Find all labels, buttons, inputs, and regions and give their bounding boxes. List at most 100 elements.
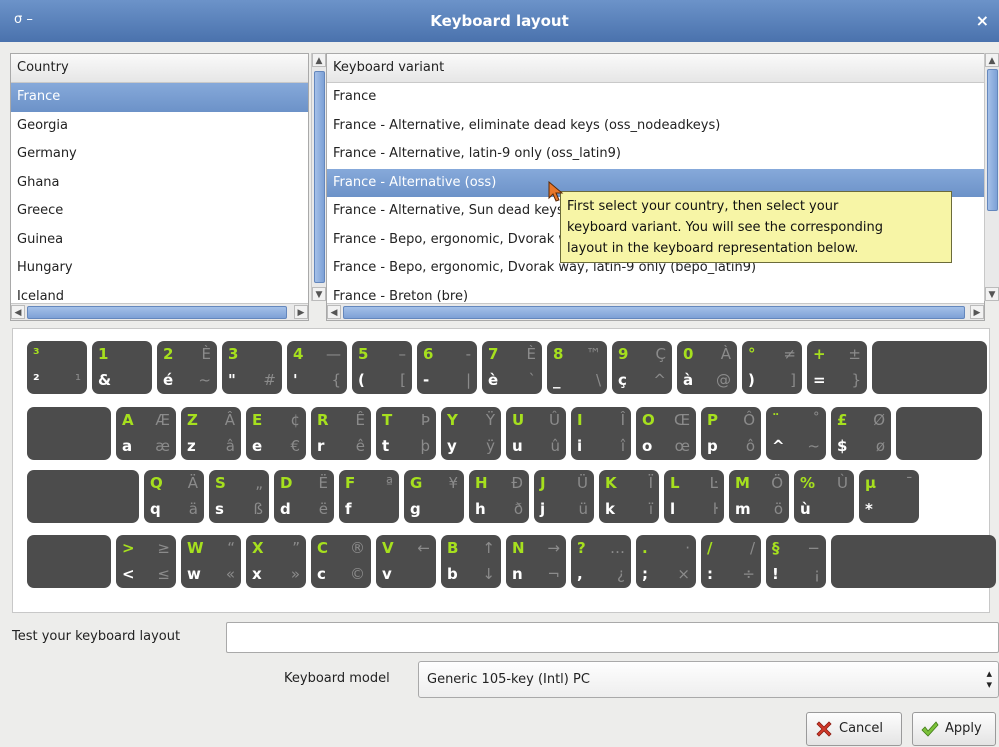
key-glyph: »: [290, 565, 300, 583]
key-glyph: Ö: [771, 474, 783, 492]
tooltip-line: layout in the keyboard representation be…: [567, 241, 859, 256]
key-glyph: û: [550, 437, 560, 455]
test-layout-input[interactable]: [226, 622, 999, 653]
keyboard-model-select[interactable]: Generic 105-key (Intl) PC ▴ ▾: [418, 661, 999, 698]
keyboard-key: T Þt þ: [376, 407, 436, 460]
keyboard-key: D Ëd ë: [274, 470, 334, 523]
keyboard-key: ° ≠)]: [742, 341, 802, 394]
variant-item[interactable]: France - Alternative, eliminate dead key…: [327, 112, 984, 141]
scroll-down-icon[interactable]: ▼: [312, 287, 326, 301]
key-glyph: W: [187, 539, 204, 557]
key-glyph: <: [122, 565, 135, 583]
scroll-right-icon[interactable]: ▶: [970, 305, 984, 319]
country-horizontal-scrollbar[interactable]: ◀ ▶: [11, 303, 308, 320]
key-glyph: ŀ: [712, 500, 718, 518]
keyboard-key: 4 — ' {: [287, 341, 347, 394]
scroll-thumb[interactable]: [314, 71, 325, 283]
key-glyph: ": [228, 371, 236, 389]
key-glyph: >: [122, 539, 135, 557]
key-glyph: @: [716, 371, 731, 389]
country-list[interactable]: Country France Georgia Germany Ghana Gre…: [10, 53, 309, 321]
key-glyph: %: [800, 474, 816, 492]
key-glyph: c: [317, 565, 326, 583]
key-glyph: r: [317, 437, 325, 455]
variant-vertical-scrollbar[interactable]: ▲ ▼: [984, 53, 999, 301]
key-glyph: ™: [586, 345, 601, 363]
key-glyph: £: [837, 411, 848, 429]
key-glyph: ‑: [465, 345, 471, 363]
country-item[interactable]: Greece: [11, 197, 308, 226]
key-glyph: Â: [224, 411, 235, 429]
scroll-left-icon[interactable]: ◀: [11, 305, 25, 319]
cancel-icon: [816, 721, 832, 737]
country-item[interactable]: Hungary: [11, 254, 308, 283]
country-item[interactable]: Germany: [11, 140, 308, 169]
country-item[interactable]: France: [11, 83, 308, 112]
key-glyph: s: [215, 500, 224, 518]
scroll-thumb[interactable]: [343, 306, 965, 319]
scroll-up-icon[interactable]: ▲: [312, 53, 326, 67]
key-glyph: 9: [618, 345, 629, 363]
key-glyph: ^: [772, 437, 785, 455]
variant-item[interactable]: France: [327, 83, 984, 112]
keyboard-key: ¨ ˚ ^ ~: [766, 407, 826, 460]
key-glyph: f: [345, 500, 352, 518]
variant-list[interactable]: Keyboard variant France France - Alterna…: [326, 53, 985, 321]
keyboard-key: [831, 535, 996, 588]
key-glyph: ,: [577, 565, 583, 583]
key-glyph: ←: [417, 539, 430, 557]
key-glyph: Û: [549, 411, 560, 429]
key-glyph: X: [252, 539, 264, 557]
key-glyph: o: [642, 437, 653, 455]
keyboard-key: 6 ‑ - |: [417, 341, 477, 394]
keyboard-key: I Îi î: [571, 407, 631, 460]
keyboard-key: [896, 407, 982, 460]
variant-horizontal-scrollbar[interactable]: ◀ ▶: [327, 303, 984, 320]
keyboard-key: ³ ² ¹: [27, 341, 87, 394]
country-item[interactable]: Guinea: [11, 226, 308, 255]
keyboard-key: 9 Çç ^: [612, 341, 672, 394]
key-glyph: G: [410, 474, 423, 492]
apply-button[interactable]: Apply: [912, 712, 996, 746]
scroll-down-icon[interactable]: ▼: [985, 287, 999, 301]
close-icon[interactable]: ×: [976, 0, 989, 42]
key-glyph: ö: [773, 500, 783, 518]
country-column-header[interactable]: Country: [11, 54, 308, 83]
key-glyph: ¬: [547, 565, 560, 583]
keyboard-key: L Ŀl ŀ: [664, 470, 724, 523]
key-glyph: S: [215, 474, 226, 492]
key-glyph: Y: [447, 411, 458, 429]
key-glyph: a: [122, 437, 133, 455]
scroll-thumb[interactable]: [27, 306, 287, 319]
key-glyph: g: [410, 500, 421, 518]
country-vertical-scrollbar[interactable]: ▲ ▼: [311, 53, 326, 301]
scroll-up-icon[interactable]: ▲: [985, 53, 999, 67]
cancel-button-label: Cancel: [839, 721, 884, 736]
key-glyph: ¹: [74, 371, 81, 389]
key-glyph: →: [547, 539, 560, 557]
key-glyph: }: [851, 371, 861, 389]
keyboard-key: [27, 407, 111, 460]
key-glyph: ≠: [783, 345, 796, 363]
key-glyph: ÿ: [486, 437, 495, 455]
key-glyph: ×: [677, 565, 690, 583]
keyboard-key: H Ðh ð: [469, 470, 529, 523]
scroll-right-icon[interactable]: ▶: [294, 305, 308, 319]
keyboard-key: G ¥ g: [404, 470, 464, 523]
keyboard-key: / /: ÷: [701, 535, 761, 588]
variant-item[interactable]: France - Alternative, latin-9 only (oss_…: [327, 140, 984, 169]
key-glyph: Ô: [743, 411, 755, 429]
key-glyph: m: [735, 500, 751, 518]
scroll-left-icon[interactable]: ◀: [327, 305, 341, 319]
cancel-button[interactable]: Cancel: [806, 712, 902, 746]
variant-column-header[interactable]: Keyboard variant: [327, 54, 984, 83]
scroll-thumb[interactable]: [987, 69, 998, 211]
key-glyph: 4: [293, 345, 304, 363]
country-item[interactable]: Ghana: [11, 169, 308, 198]
keyboard-key: [27, 470, 139, 523]
keyboard-key: 0 Àà @: [677, 341, 737, 394]
key-glyph: Æ: [155, 411, 170, 429]
key-glyph: e: [252, 437, 263, 455]
key-glyph: â: [225, 437, 235, 455]
country-item[interactable]: Georgia: [11, 112, 308, 141]
